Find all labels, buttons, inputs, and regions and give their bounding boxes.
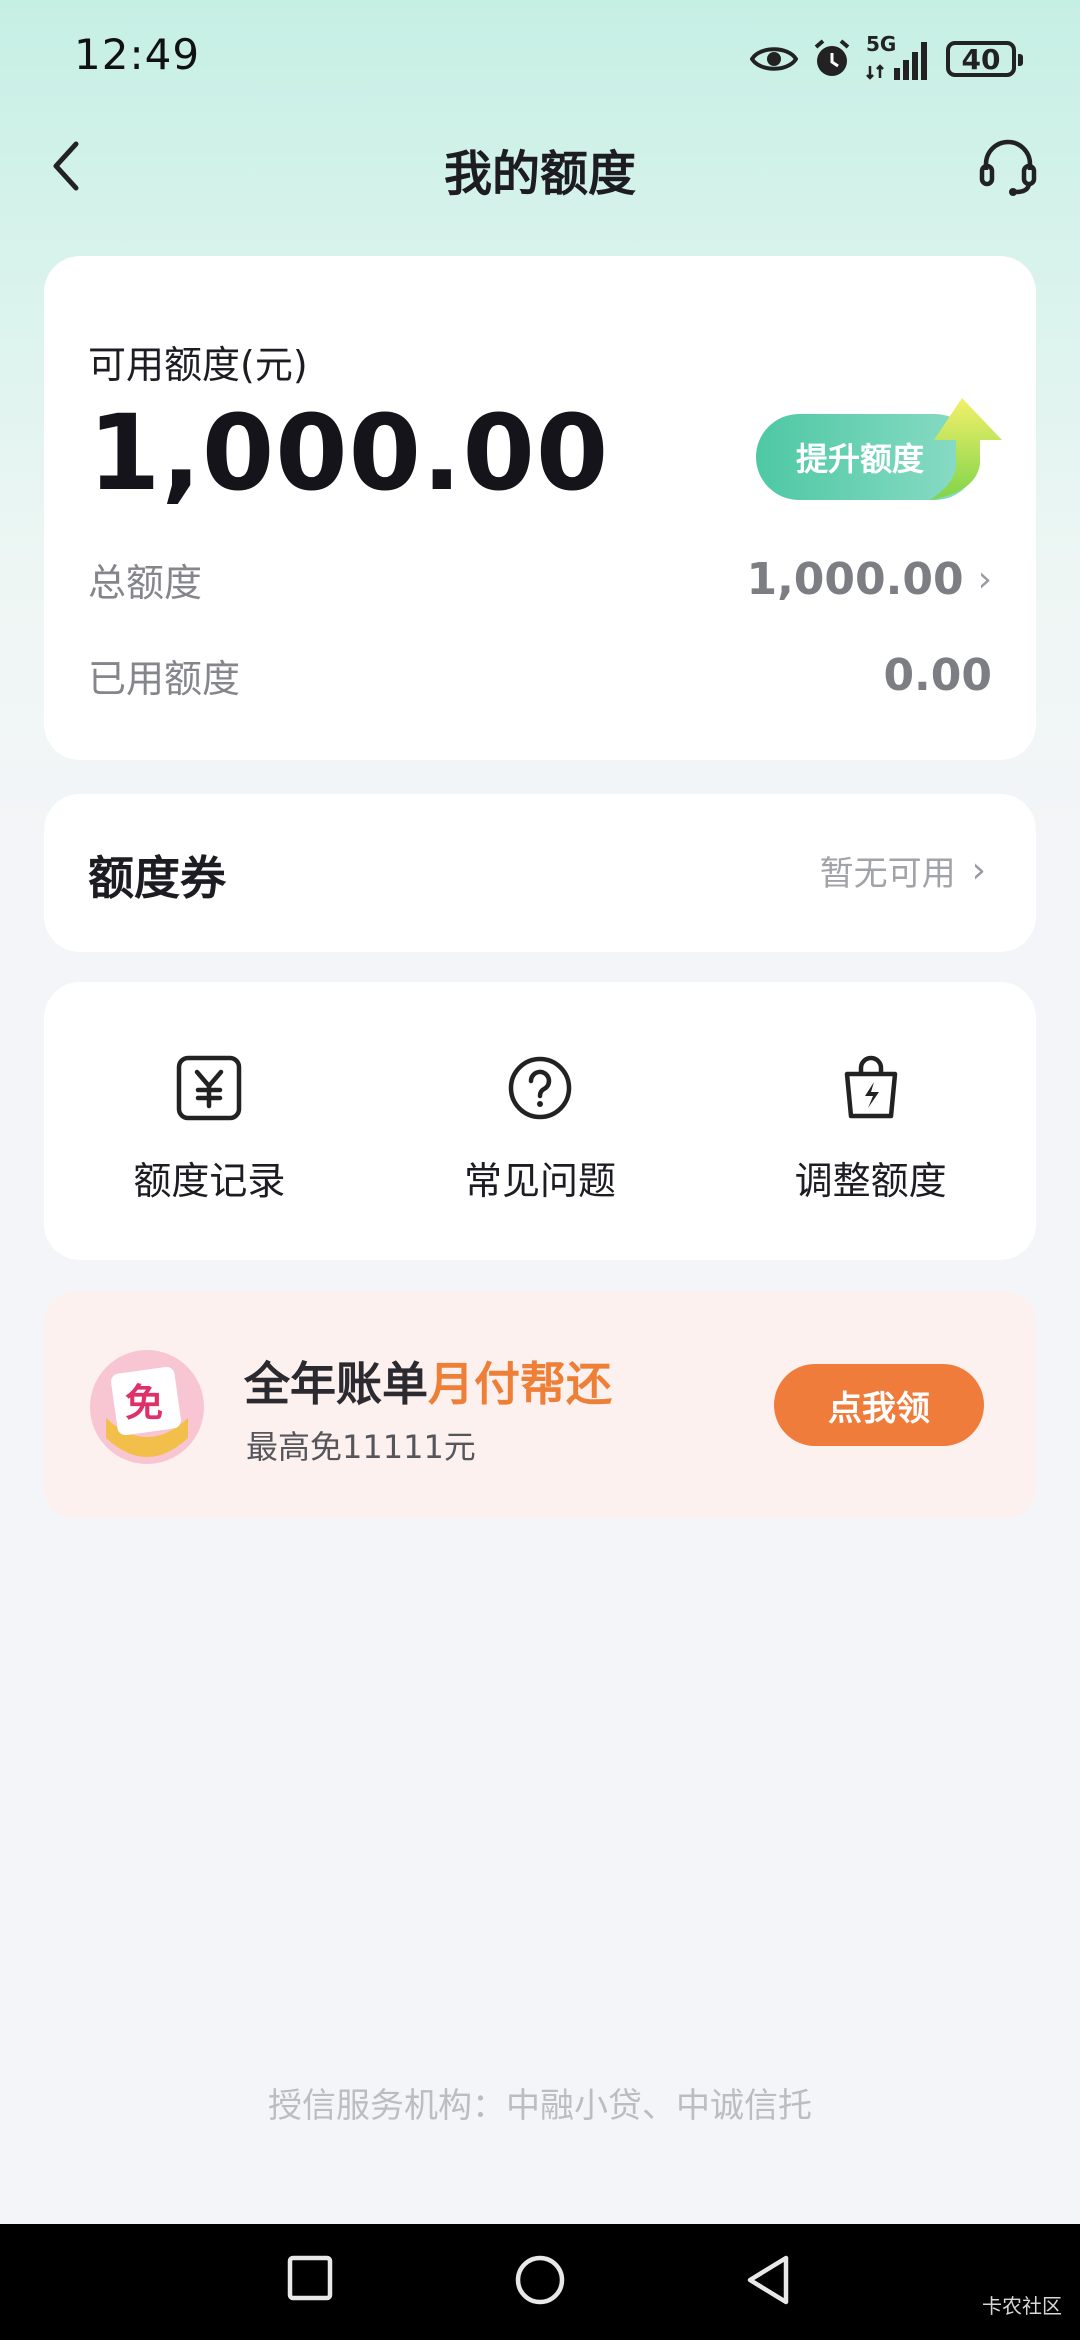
available-credit-amount: 1,000.00 xyxy=(88,392,610,514)
claim-button[interactable]: 点我领 xyxy=(774,1364,984,1446)
shortcut-label: 调整额度 xyxy=(794,1159,947,1203)
promo-title-main: 全年账单 xyxy=(244,1357,428,1411)
recent-apps-icon[interactable] xyxy=(286,2254,334,2302)
shortcut-label: 额度记录 xyxy=(133,1159,286,1203)
bag-lightning-icon xyxy=(844,1055,897,1119)
total-credit-value: 1,000.00 xyxy=(746,554,964,605)
available-credit-label: 可用额度(元) xyxy=(88,343,308,387)
used-credit-value: 0.00 xyxy=(883,650,992,701)
chevron-right-icon: › xyxy=(977,559,992,600)
system-nav-bar: 卡农社区 xyxy=(0,2224,1080,2340)
home-circle-icon[interactable] xyxy=(514,2254,566,2306)
shortcut-credit-record[interactable]: 额度记录 xyxy=(44,982,375,1260)
shortcut-faq[interactable]: 常见问题 xyxy=(375,982,706,1260)
up-arrow-icon xyxy=(930,398,1002,500)
headset-icon[interactable] xyxy=(976,134,1040,198)
used-credit-label: 已用额度 xyxy=(88,657,241,701)
chevron-right-icon: › xyxy=(971,850,986,891)
credit-card: 可用额度(元) 1,000.00 提升额度 总额度 1,000.00 › 已用额… xyxy=(44,256,1036,760)
promo-title: 全年账单月付帮还 xyxy=(244,1348,612,1414)
promo-icon-text: 免 xyxy=(125,1381,163,1425)
promo-banner[interactable]: 免 全年账单月付帮还 最高免11111元 点我领 xyxy=(44,1292,1036,1518)
coupon-status[interactable]: 暂无可用 › xyxy=(820,846,986,895)
back-triangle-icon[interactable] xyxy=(744,2254,792,2306)
shortcut-adjust-credit[interactable]: 调整额度 xyxy=(705,982,1036,1260)
total-credit-row[interactable]: 总额度 1,000.00 › xyxy=(88,552,992,607)
total-credit-label: 总额度 xyxy=(88,561,203,605)
coupon-label: 额度券 xyxy=(88,851,226,905)
shortcut-label: 常见问题 xyxy=(464,1159,617,1203)
yuan-record-icon xyxy=(177,1055,242,1121)
question-icon xyxy=(508,1056,572,1120)
page-title: 我的额度 xyxy=(443,146,636,202)
signal-icon xyxy=(866,42,927,80)
alarm-icon xyxy=(814,39,850,76)
signal-indicator: 5G xyxy=(866,32,932,82)
status-bar: 12:49 5G 40 xyxy=(0,0,1080,120)
watermark: 卡农社区 xyxy=(982,2294,1062,2318)
status-icons: 5G 40 xyxy=(750,32,1023,84)
battery-indicator: 40 xyxy=(946,41,1023,77)
eye-icon xyxy=(750,47,798,71)
shortcut-grid: 额度记录 常见问题 调整额度 xyxy=(44,982,1036,1260)
free-coupon-icon: 免 xyxy=(90,1350,204,1464)
used-credit-row: 已用额度 0.00 xyxy=(88,648,992,703)
nav-bar: 我的额度 xyxy=(0,120,1080,210)
coupon-status-text: 暂无可用 xyxy=(819,854,956,894)
status-time: 12:49 xyxy=(74,30,201,79)
promo-title-highlight: 月付帮还 xyxy=(428,1357,612,1411)
credit-coupon-card[interactable]: 额度券 暂无可用 › xyxy=(44,794,1036,952)
promo-subtitle: 最高免11111元 xyxy=(246,1428,476,1466)
footer-lender-info: 授信服务机构：中融小贷、中诚信托 xyxy=(268,2086,812,2126)
